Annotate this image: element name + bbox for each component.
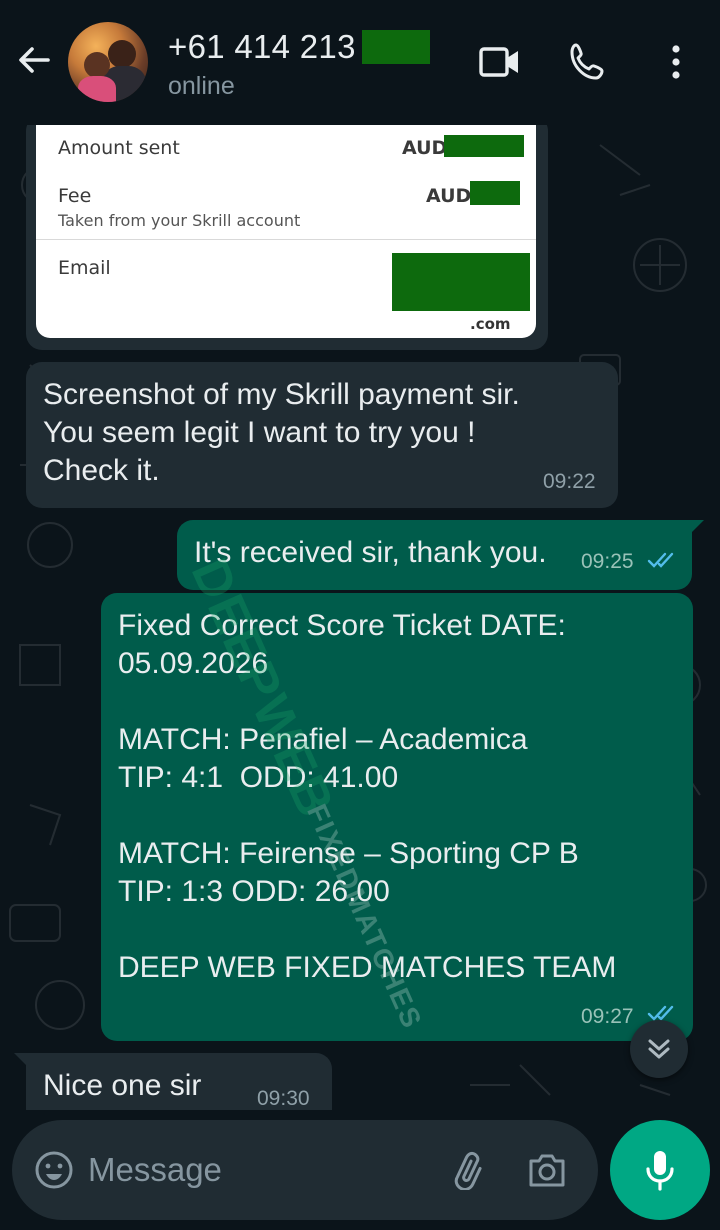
chat-area[interactable]: Amount sent AUD Fee AUD Taken from your … [0, 125, 720, 1110]
redaction-block [361, 30, 430, 64]
outgoing-message[interactable]: It's received sir, thank you. 09:25 [177, 520, 704, 590]
message-composer [12, 1120, 598, 1220]
message-time: 09:22 [543, 470, 596, 493]
outgoing-message[interactable]: Fixed Correct Score Ticket DATE: 05.09.2… [101, 593, 693, 1041]
bubble-tail [686, 520, 704, 538]
microphone-button[interactable] [610, 1120, 710, 1220]
emoji-icon[interactable] [34, 1150, 74, 1190]
phone-icon[interactable] [566, 40, 610, 84]
paperclip-icon[interactable] [450, 1150, 490, 1191]
redaction-block [392, 253, 530, 311]
contact-status: online [168, 72, 235, 100]
message-time: 09:30 [257, 1087, 310, 1110]
chat-header: +61 414 213 online [0, 0, 720, 125]
back-arrow-icon[interactable] [14, 40, 54, 80]
message-time: 09:25 [581, 550, 634, 573]
divider [36, 239, 536, 240]
email-suffix: .com [470, 315, 511, 333]
incoming-message[interactable]: Screenshot of my Skrill payment sir. You… [26, 362, 618, 508]
redaction-block [444, 135, 524, 157]
message-text: Nice one sir [43, 1069, 202, 1102]
chevron-double-down-icon [648, 1039, 670, 1059]
more-options-icon[interactable] [654, 40, 698, 84]
fee-currency: AUD [426, 185, 472, 207]
image-message[interactable]: Amount sent AUD Fee AUD Taken from your … [26, 125, 548, 350]
double-check-icon [647, 552, 674, 568]
message-text: Fixed Correct Score Ticket DATE: 05.09.2… [118, 609, 617, 984]
amount-currency: AUD [402, 137, 448, 159]
contact-name: +61 414 213 [168, 28, 430, 66]
video-call-icon[interactable] [478, 40, 522, 84]
redaction-block [470, 181, 520, 205]
message-input[interactable] [88, 1146, 428, 1194]
microphone-icon [646, 1151, 674, 1191]
bubble-tail [14, 1053, 32, 1071]
message-text: Screenshot of my Skrill payment sir. You… [43, 378, 520, 487]
amount-label: Amount sent [58, 137, 180, 159]
incoming-message[interactable]: Nice one sir 09:30 [14, 1053, 332, 1110]
avatar[interactable] [68, 22, 148, 102]
email-label: Email [58, 257, 111, 279]
camera-icon[interactable] [526, 1150, 568, 1190]
message-text: It's received sir, thank you. [194, 536, 547, 569]
contact-info[interactable]: +61 414 213 online [168, 28, 430, 101]
fee-label: Fee [58, 185, 92, 207]
message-time: 09:27 [581, 1005, 634, 1028]
payment-screenshot: Amount sent AUD Fee AUD Taken from your … [36, 125, 536, 338]
scroll-to-bottom-button[interactable] [630, 1020, 688, 1078]
fee-subtext: Taken from your Skrill account [58, 211, 301, 230]
